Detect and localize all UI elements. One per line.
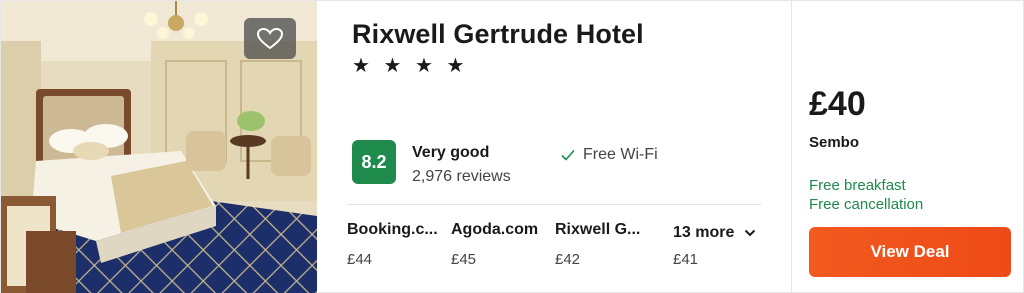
provider-price: £44: [347, 251, 373, 268]
perk-breakfast: Free breakfast: [809, 177, 906, 194]
provider-name: Agoda.com: [451, 221, 539, 238]
provider-name: Rixwell G...: [555, 221, 641, 238]
hotel-photo[interactable]: [1, 1, 317, 293]
hotel-info: Rixwell Gertrude Hotel ★ ★ ★ ★ 8.2 Very …: [317, 1, 791, 293]
perk-cancellation: Free cancellation: [809, 196, 924, 213]
chevron-down-icon: [745, 229, 756, 237]
provider-price: £42: [555, 251, 581, 268]
amenity-label: Free Wi-Fi: [583, 146, 658, 163]
more-label: 13 more: [673, 224, 735, 241]
review-count[interactable]: 2,976 reviews: [412, 168, 511, 186]
rating-score-badge: 8.2: [352, 140, 396, 184]
amenity-wifi: Free Wi-Fi: [561, 146, 658, 164]
provider-agoda[interactable]: Agoda.com £45: [451, 221, 551, 268]
checkmark-icon: [561, 149, 575, 161]
best-deal-panel: £40 Sembo Free breakfast Free cancellati…: [792, 1, 1024, 293]
provider-name: Booking.c...: [347, 221, 438, 238]
more-price: £41: [673, 251, 699, 268]
divider: [347, 204, 761, 205]
favorite-button[interactable]: [244, 18, 296, 59]
heart-icon: [257, 27, 283, 49]
more-providers-button[interactable]: 13 more £41: [673, 224, 756, 268]
deal-site: Sembo: [809, 134, 860, 151]
deal-price: £40: [809, 85, 866, 123]
provider-booking[interactable]: Booking.c... £44: [347, 221, 447, 268]
star-rating: ★ ★ ★ ★: [352, 55, 469, 77]
view-deal-button[interactable]: View Deal: [809, 227, 1011, 277]
provider-price: £45: [451, 251, 477, 268]
hotel-result-card: Rixwell Gertrude Hotel ★ ★ ★ ★ 8.2 Very …: [0, 0, 1024, 293]
provider-rixwell[interactable]: Rixwell G... £42: [555, 221, 655, 268]
rating-label: Very good: [412, 144, 490, 161]
hotel-name[interactable]: Rixwell Gertrude Hotel: [352, 19, 644, 50]
